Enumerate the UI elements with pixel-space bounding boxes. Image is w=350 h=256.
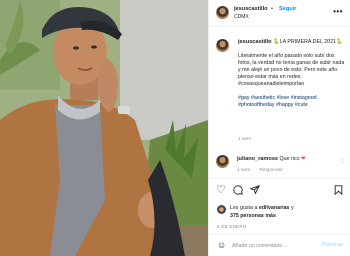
share-icon[interactable] <box>249 185 261 198</box>
red-heart-emoji: ❤ <box>301 156 306 162</box>
bookmark-icon[interactable] <box>334 185 343 198</box>
post-location[interactable]: CDMX <box>234 14 249 20</box>
caption-body: Literalmente el año pasado solo subí dos… <box>238 53 345 87</box>
separator-dot: • <box>271 6 273 12</box>
post-photo[interactable] <box>0 0 208 256</box>
comment-like-icon[interactable]: ♡ <box>340 158 345 165</box>
liker-avatar[interactable] <box>217 205 226 214</box>
caption-title: 🐍LA PRIMERA DEL 2021🐍 <box>273 39 343 45</box>
heart-icon[interactable]: ♡ <box>216 185 226 196</box>
likes-conjunction: y <box>290 205 294 211</box>
caption-hashtags[interactable]: #gay #aesthetic #love #instagood #photoo… <box>238 95 346 109</box>
likes-line-1: Les gusta a edilvanarias y <box>230 205 294 211</box>
comment-item: juliano_ramoss Que rico ❤ 1 sem Responde… <box>209 152 350 178</box>
photo-illustration <box>0 0 208 256</box>
caption-username[interactable]: jesuscastillo <box>238 39 272 45</box>
commenter-username[interactable]: juliano_ramoss <box>237 156 278 162</box>
likes-prefix: Les gusta a <box>230 205 258 211</box>
comment-icon[interactable] <box>233 185 243 198</box>
comment-meta: 1 sem Responder <box>237 168 291 173</box>
instagram-post: jesuscastillo • Seguir CDMX ••• jesuscas… <box>0 0 350 256</box>
follow-button[interactable]: Seguir <box>279 6 296 12</box>
publish-button[interactable]: Publicar <box>322 242 343 248</box>
author-avatar[interactable] <box>216 6 229 19</box>
post-side-panel: jesuscastillo • Seguir CDMX ••• jesuscas… <box>208 0 350 256</box>
comment-input[interactable] <box>232 240 318 251</box>
caption-avatar[interactable] <box>216 39 229 52</box>
action-bar: ♡ <box>209 178 350 202</box>
more-horizontal-icon[interactable]: ••• <box>333 7 343 16</box>
post-header: jesuscastillo • Seguir CDMX ••• <box>209 0 350 27</box>
commenter-avatar[interactable] <box>216 155 229 168</box>
comment-text: Que rico <box>279 156 300 162</box>
likes-summary: Les gusta a edilvanarias y 375 personas … <box>209 203 350 223</box>
likes-count[interactable]: 375 personas más <box>230 213 276 219</box>
author-username[interactable]: jesuscastillo <box>234 6 268 12</box>
caption-text: jesuscastillo 🐍LA PRIMERA DEL 2021🐍 Lite… <box>238 39 346 116</box>
reply-button[interactable]: Responder <box>259 168 282 173</box>
caption-section: jesuscastillo 🐍LA PRIMERA DEL 2021🐍 Lite… <box>209 27 350 152</box>
comment-text-line: juliano_ramoss Que rico ❤ <box>237 156 306 162</box>
post-date: 6 DE ENERO <box>217 224 247 229</box>
caption-time: 1 sem <box>238 137 252 142</box>
liker-username[interactable]: edilvanarias <box>259 205 290 211</box>
add-comment-bar: ☺ Publicar <box>209 234 350 256</box>
emoji-icon[interactable]: ☺ <box>217 240 226 250</box>
comment-time: 1 sem <box>237 168 251 173</box>
